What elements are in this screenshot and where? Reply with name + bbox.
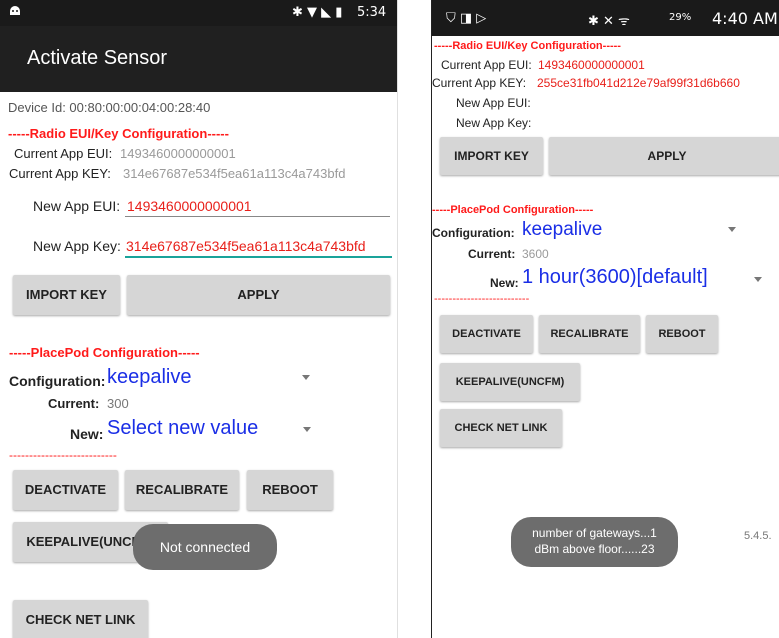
check-net-link-button[interactable]: CHECK NET LINK xyxy=(440,409,562,447)
configuration-label: Configuration: xyxy=(9,373,106,389)
screen-title: Activate Sensor xyxy=(27,47,168,69)
toast-gateways-line: number of gateways...1 xyxy=(532,526,657,540)
new-value-spinner[interactable]: Select new value xyxy=(107,417,258,440)
new-value-spinner[interactable]: 1 hour(3600)[default] xyxy=(522,266,708,289)
new-key-label: New App Key: xyxy=(33,238,121,254)
new-key-underline xyxy=(125,256,392,258)
apply-button[interactable]: APPLY xyxy=(127,275,390,315)
current-eui-value: 1493460000000001 xyxy=(538,58,645,72)
right-phone-screen: ⛉ ◨ ▷ ✱ ✕ ᯤ 29% 4:40 AM -----Radio EUI/K… xyxy=(431,0,779,638)
status-bar: ⛉ ◨ ▷ ✱ ✕ ᯤ 29% 4:40 AM xyxy=(432,0,779,36)
section-divider: -------------------------- xyxy=(434,293,530,305)
new-key-field[interactable]: 314e67687e534f5ea61a113c4a743bfd xyxy=(126,238,366,254)
placepod-config-header: -----PlacePod Configuration----- xyxy=(9,345,200,360)
radio-config-header: -----Radio EUI/Key Configuration----- xyxy=(8,126,229,141)
device-id: Device Id: 00:80:00:00:04:00:28:40 xyxy=(8,100,211,115)
import-key-button[interactable]: IMPORT KEY xyxy=(440,137,543,175)
new-eui-field[interactable]: 1493460000000001 xyxy=(127,198,252,214)
configuration-dropdown-icon[interactable] xyxy=(302,375,310,380)
status-bar: ✱ ▼ ◣ ▮ 5:34 xyxy=(0,0,397,26)
placepod-config-header: -----PlacePod Configuration----- xyxy=(432,204,594,216)
check-net-link-button[interactable]: CHECK NET LINK xyxy=(13,600,148,638)
android-icon xyxy=(8,3,22,21)
new-eui-underline xyxy=(125,216,390,217)
action-bar: Activate Sensor xyxy=(0,26,397,92)
new-value-dropdown-icon[interactable] xyxy=(754,277,762,282)
new-key-label: New App Key: xyxy=(456,116,532,130)
keepalive-unconfirmed-button[interactable]: KEEPALIVE(UNCFM) xyxy=(440,363,580,401)
current-eui-label: Current App EUI: xyxy=(14,146,113,161)
app-version: 5.4.5. xyxy=(744,530,772,542)
current-key-label: Current App KEY: xyxy=(9,166,111,181)
current-eui-label: Current App EUI: xyxy=(441,58,532,72)
current-key-value: 255ce31fb041d212e79af99f31d6b660 xyxy=(537,76,740,90)
current-key-label: Current App KEY: xyxy=(432,76,527,90)
gateway-info-toast: number of gateways...1 dBm above floor..… xyxy=(511,517,678,567)
radio-config-header: -----Radio EUI/Key Configuration----- xyxy=(434,40,621,52)
recalibrate-button[interactable]: RECALIBRATE xyxy=(539,315,640,353)
current-eui-value: 1493460000000001 xyxy=(120,146,236,161)
status-icons: ✱ ▼ ◣ ▮ xyxy=(292,5,343,20)
configuration-label: Configuration: xyxy=(432,226,515,240)
section-divider: --------------------------- xyxy=(9,448,117,462)
reboot-button[interactable]: REBOOT xyxy=(646,315,718,353)
new-label: New: xyxy=(70,426,104,442)
current-label: Current: xyxy=(48,396,100,411)
reboot-button[interactable]: REBOOT xyxy=(247,470,333,510)
new-label: New: xyxy=(490,276,519,290)
deactivate-button[interactable]: DEACTIVATE xyxy=(13,470,118,510)
left-phone-screen: ✱ ▼ ◣ ▮ 5:34 Activate Sensor Device Id: … xyxy=(0,0,398,638)
current-value: 3600 xyxy=(522,247,549,261)
new-eui-label: New App EUI: xyxy=(456,96,531,110)
battery-percent: 29% xyxy=(669,12,692,23)
configuration-dropdown-icon[interactable] xyxy=(728,227,736,232)
not-connected-toast: Not connected xyxy=(133,524,277,570)
current-value: 300 xyxy=(107,396,129,411)
configuration-spinner[interactable]: keepalive xyxy=(107,366,192,389)
new-eui-label: New App EUI: xyxy=(33,198,121,214)
recalibrate-button[interactable]: RECALIBRATE xyxy=(125,470,239,510)
configuration-spinner[interactable]: keepalive xyxy=(522,219,602,241)
status-icons: ✱ ✕ ᯤ xyxy=(588,14,630,29)
status-time: 5:34 xyxy=(357,5,387,20)
current-label: Current: xyxy=(468,247,516,261)
new-value-dropdown-icon[interactable] xyxy=(303,427,311,432)
toast-dbm-line: dBm above floor......23 xyxy=(534,542,655,556)
status-time: 4:40 AM xyxy=(712,9,778,28)
notification-icons: ⛉ ◨ ▷ xyxy=(446,11,487,26)
current-key-value: 314e67687e534f5ea61a113c4a743bfd xyxy=(123,166,346,181)
deactivate-button[interactable]: DEACTIVATE xyxy=(440,315,533,353)
apply-button[interactable]: APPLY xyxy=(549,137,779,175)
import-key-button[interactable]: IMPORT KEY xyxy=(13,275,120,315)
